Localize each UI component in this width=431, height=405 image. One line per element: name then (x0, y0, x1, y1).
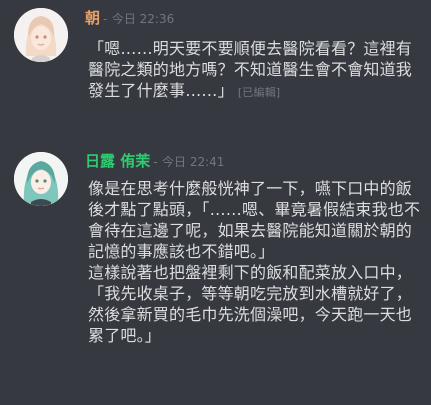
user-avatar-yuma[interactable] (14, 152, 68, 206)
timestamp: 今日 22:41 (162, 155, 225, 169)
header-separator: - (153, 155, 158, 169)
user-avatar-asa[interactable] (14, 8, 68, 62)
edited-label: [已編輯] (237, 86, 281, 99)
message-content: 像是在思考什麼般恍神了一下，嚥下口中的飯後才點了點頭，「……嗯、畢竟暑假結束我也… (88, 178, 424, 346)
message-paragraph: 像是在思考什麼般恍神了一下，嚥下口中的飯後才點了點頭，「……嗯、畢竟暑假結束我也… (88, 179, 421, 261)
header-separator: - (103, 12, 108, 26)
timestamp: 今日 22:36 (111, 12, 175, 26)
author-name[interactable]: 朝 (85, 9, 100, 27)
message-paragraph: 這樣說著也把盤裡剩下的飯和配菜放入口中，「我先收桌子，等等朝吃完放到水槽就好了，… (88, 263, 413, 345)
message-header: 朝- 今日 22:36 (85, 9, 174, 28)
author-name[interactable]: 日露 侑茉 (85, 152, 150, 170)
white-haired-girl-avatar-icon (14, 8, 68, 62)
message-content: 「嗯……明天要不要順便去醫院看看？這裡有醫院之類的地方嗎？不知道醫生會不會知道我… (88, 38, 424, 103)
message-header: 日露 侑茉 - 今日 22:41 (85, 152, 224, 171)
green-haired-girl-avatar-icon (14, 152, 68, 206)
